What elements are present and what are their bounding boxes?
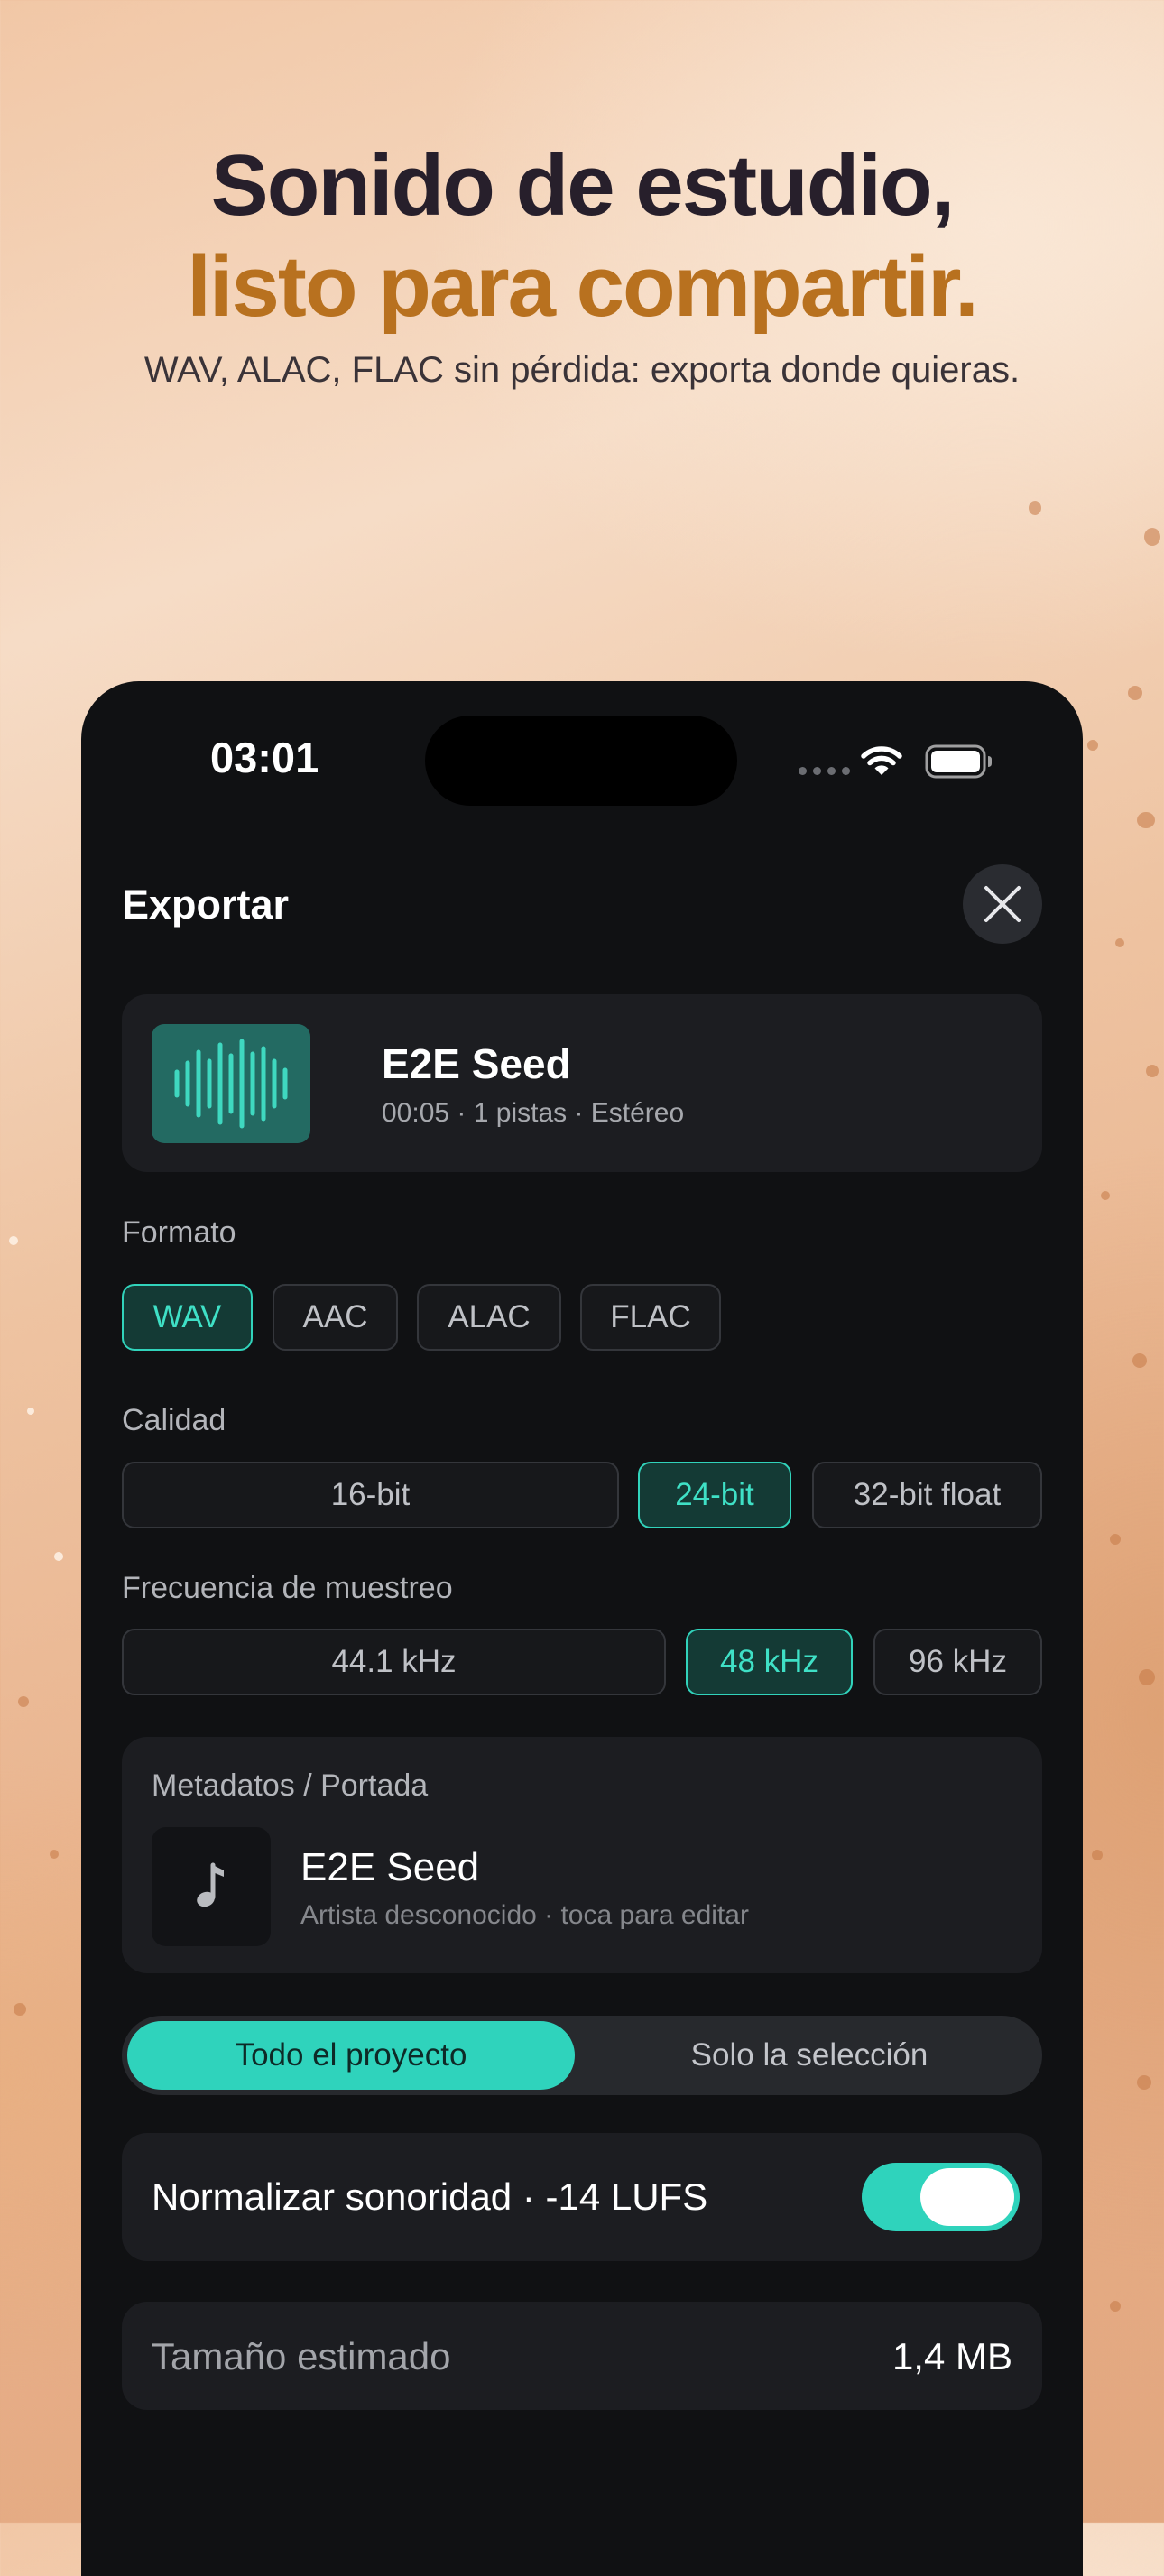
battery-icon xyxy=(925,744,993,783)
hero-headline-line2: listo para compartir. xyxy=(187,238,979,335)
close-icon xyxy=(984,886,1021,922)
normalize-label: Normalizar sonoridad · -14 LUFS xyxy=(152,2175,708,2218)
format-option-aac[interactable]: AAC xyxy=(273,1284,398,1351)
sample-rate-option-44-1khz[interactable]: 44.1 kHz xyxy=(122,1629,666,1695)
estimated-size-label: Tamaño estimado xyxy=(152,2335,451,2377)
estimated-size-row: Tamaño estimado 1,4 MB xyxy=(122,2302,1042,2410)
metadata-title: E2E Seed xyxy=(300,1845,480,1889)
sheet-title: Exportar xyxy=(122,882,290,928)
normalize-row: Normalizar sonoridad · -14 LUFS xyxy=(122,2133,1042,2261)
track-card: E2E Seed 00:05 · 1 pistas · Estéreo xyxy=(122,994,1042,1172)
sample-rate-option-96khz[interactable]: 96 kHz xyxy=(873,1629,1042,1695)
waveform-icon xyxy=(152,1024,310,1143)
quality-option-32bit-float[interactable]: 32-bit float xyxy=(812,1462,1042,1528)
phone-screen: 03:01 Exportar E2E Seed 00:05 · 1 pistas… xyxy=(81,681,1083,2576)
sample-rate-option-48khz[interactable]: 48 kHz xyxy=(686,1629,853,1695)
music-note-icon xyxy=(197,1862,224,1907)
hero-headline-line1: Sonido de estudio, xyxy=(210,137,956,234)
quality-option-24bit[interactable]: 24-bit xyxy=(638,1462,791,1528)
format-option-wav[interactable]: WAV xyxy=(122,1284,253,1351)
format-label: Formato xyxy=(122,1215,236,1250)
scope-option-selection-only[interactable]: Solo la selección xyxy=(582,2021,1037,2090)
cellular-signal-icon xyxy=(799,767,850,775)
close-button[interactable] xyxy=(963,864,1042,944)
quality-option-16bit[interactable]: 16-bit xyxy=(122,1462,619,1528)
track-meta: 00:05 · 1 pistas · Estéreo xyxy=(382,1098,685,1128)
hero-header: Sonido de estudio, listo para compartir.… xyxy=(0,135,1164,391)
dynamic-island xyxy=(425,716,737,806)
scope-option-whole-project[interactable]: Todo el proyecto xyxy=(127,2021,575,2090)
metadata-card[interactable]: Metadatos / Portada E2E Seed Artista des… xyxy=(122,1737,1042,1973)
format-option-flac[interactable]: FLAC xyxy=(580,1284,721,1351)
cover-art-placeholder[interactable] xyxy=(152,1827,271,1946)
normalize-toggle[interactable] xyxy=(862,2163,1020,2231)
hero-subtitle: WAV, ALAC, FLAC sin pérdida: exporta don… xyxy=(143,350,1021,390)
track-title: E2E Seed xyxy=(382,1040,571,1087)
format-option-alac[interactable]: ALAC xyxy=(417,1284,561,1351)
sample-rate-label: Frecuencia de muestreo xyxy=(122,1571,453,1605)
metadata-subtitle: Artista desconocido · toca para editar xyxy=(300,1900,749,1930)
estimated-size-value: 1,4 MB xyxy=(891,2335,1012,2377)
export-scope-segmented-control: Todo el proyecto Solo la selección xyxy=(122,2016,1042,2095)
quality-label: Calidad xyxy=(122,1403,226,1437)
metadata-label: Metadatos / Portada xyxy=(152,1768,429,1803)
status-time: 03:01 xyxy=(210,734,319,781)
wifi-icon xyxy=(861,744,902,781)
toggle-knob xyxy=(920,2168,1014,2226)
